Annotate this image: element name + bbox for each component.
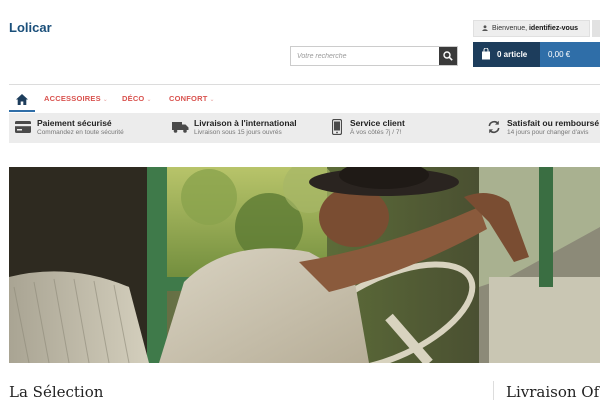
chevron-down-icon: ⌄ [102,97,109,103]
nav-home[interactable] [9,88,35,112]
login-link[interactable]: Bienvenue, identifiez-vous [473,20,590,37]
feature-subtitle: Livraison sous 15 jours ouvrés [194,129,282,136]
shopping-bag-icon [482,48,490,60]
nav-item-confort[interactable]: CONFORT ⌄ [169,94,215,103]
user-icon [482,25,488,31]
nav-item-label: ACCESSOIRES [44,94,101,103]
feature-shipping: Livraison à l'international Livraison so… [172,117,322,139]
hero-banner[interactable] [9,167,600,363]
login-prefix: Bienvenue, [492,25,528,32]
feature-support: Service client À vos côtés 7j / 7! [332,117,482,139]
nav-item-label: CONFORT [169,94,208,103]
nav-item-accessoires[interactable]: ACCESSOIRES ⌄ [44,94,108,103]
section-title-selection: La Sélection [9,383,104,400]
truck-icon [172,122,189,133]
nav-item-label: DÉCO [122,94,145,103]
cart-count: 0 article [497,50,528,59]
chevron-down-icon: ⌄ [146,97,152,103]
feature-payment: Paiement sécurisé Commandez en toute séc… [15,117,165,139]
site-logo[interactable]: Lolicar [9,20,52,35]
credit-card-icon [15,121,31,133]
home-icon [16,93,28,105]
search-icon [443,51,453,61]
feature-title: Paiement sécurisé [37,118,112,128]
features-band: Paiement sécurisé Commandez en toute séc… [9,113,600,143]
feature-refund: Satisfait ou remboursé 14 jours pour cha… [487,117,600,139]
main-nav: ACCESSOIRES ⌄ DÉCO ⌄ CONFORT ⌄ [9,88,600,112]
cart-total: 0,00 € [540,42,600,67]
feature-title: Satisfait ou remboursé [507,118,600,128]
section-divider [493,381,494,400]
login-tab-edge [592,20,600,37]
header-divider [9,84,600,85]
hero-image [9,167,600,363]
feature-title: Service client [350,118,405,128]
cart-button[interactable]: 0 article 0,00 € [473,42,600,67]
feature-subtitle: Commandez en toute sécurité [37,129,124,136]
nav-item-deco[interactable]: DÉCO ⌄ [122,94,152,103]
feature-subtitle: À vos côtés 7j / 7! [350,129,402,136]
phone-icon [332,119,342,135]
search-button[interactable] [439,47,457,65]
login-link-label[interactable]: identifiez-vous [529,25,578,32]
search-input[interactable] [291,47,439,65]
feature-title: Livraison à l'international [194,118,297,128]
section-title-livraison: Livraison Of [506,383,600,400]
refresh-icon [488,120,500,134]
search-box [290,46,458,66]
feature-subtitle: 14 jours pour changer d'avis [507,129,589,136]
chevron-down-icon: ⌄ [209,97,215,103]
